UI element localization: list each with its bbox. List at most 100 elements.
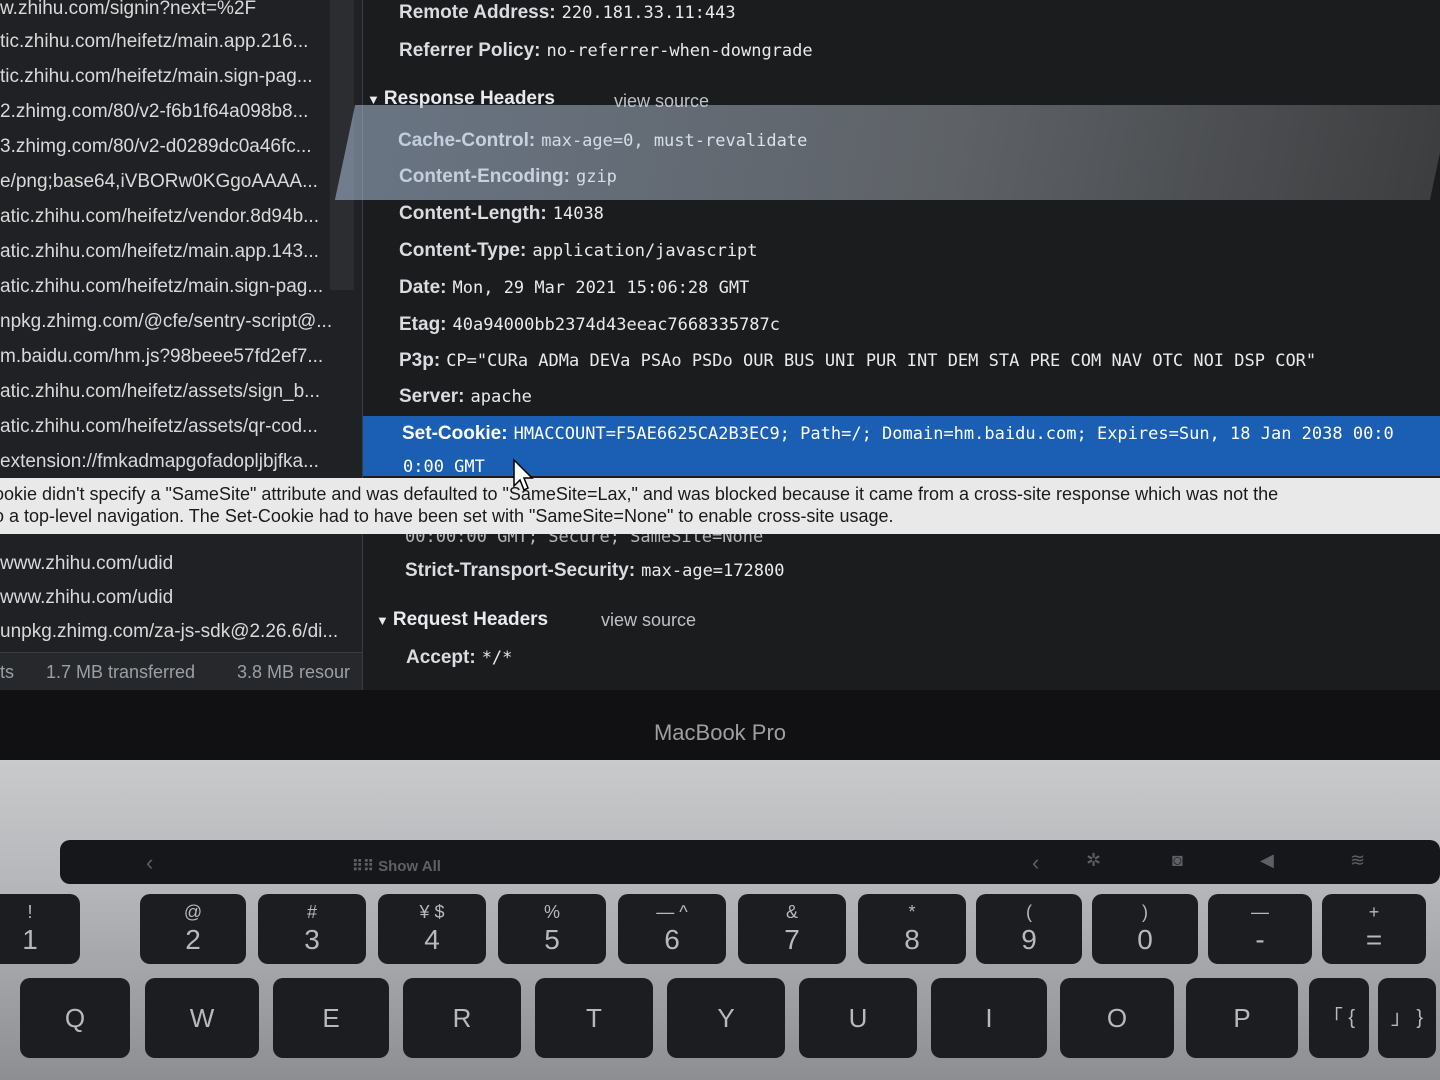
header-value: Mon, 29 Mar 2021 15:06:28 GMT [452, 278, 750, 298]
request-view-source-link[interactable]: view source [601, 603, 696, 637]
siri-icon[interactable]: ≋ [1350, 850, 1365, 871]
tooltip-line-2: o a top-level navigation. The Set-Cookie… [0, 506, 894, 526]
screenshot-icon[interactable]: ◙ [1172, 850, 1183, 871]
touch-bar[interactable] [60, 840, 1440, 884]
volume-icon[interactable]: ◀ [1260, 850, 1274, 871]
key-2[interactable]: @2 [140, 894, 246, 964]
key-equals[interactable]: + = [1322, 894, 1426, 964]
header-key: Server: [399, 386, 465, 407]
laptop-screen: w.zhihu.com/signin?next=%2F tic.zhihu.co… [0, 0, 1440, 690]
key-1[interactable]: ! 1 [0, 894, 80, 964]
request-item[interactable]: atic.zhihu.com/heifetz/assets/sign_b... [0, 375, 340, 409]
request-item[interactable]: w.zhihu.com/signin?next=%2F [0, 0, 340, 26]
key-minus[interactable]: — - [1208, 894, 1312, 964]
grid-icon: ⠿⠿ [352, 858, 379, 875]
brightness-icon[interactable]: ✲ [1086, 850, 1101, 871]
touchbar-back-icon[interactable]: ‹ [146, 850, 153, 876]
header-key: Etag: [399, 314, 447, 335]
key-left-bracket[interactable]: 「 { [1309, 978, 1369, 1058]
request-headers-toggle[interactable]: ▼ Request Headers [376, 603, 548, 637]
request-count: ts [0, 662, 15, 682]
header-value: HMACCOUNT=F5AE6625CA2B3EC9; Path=/; Doma… [513, 424, 1394, 444]
referrer-policy-row: Referrer Policy: no-referrer-when-downgra… [399, 34, 813, 68]
request-item[interactable]: atic.zhihu.com/heifetz/vendor.8d94b... [0, 200, 340, 234]
request-item[interactable]: www.zhihu.com/udid [0, 547, 340, 581]
header-key: Referrer Policy: [399, 40, 541, 61]
key-right-bracket[interactable]: 」 } [1378, 978, 1436, 1058]
key-9[interactable]: (9 [976, 894, 1082, 964]
key-0[interactable]: ) 0 [1092, 894, 1198, 964]
key-4[interactable]: ¥ $4 [378, 894, 486, 964]
key-3[interactable]: #3 [258, 894, 366, 964]
header-value: 220.181.33.11:443 [561, 3, 736, 23]
resources-size: 3.8 MB resour [237, 662, 351, 682]
request-item[interactable]: 2.zhimg.com/80/v2-f6b1f64a098b8... [0, 95, 340, 129]
request-item[interactable]: extension://fmkadmapgofadopljbjfka... [0, 445, 340, 479]
header-key: Content-Encoding: [399, 166, 570, 187]
key-u[interactable]: U [799, 978, 917, 1058]
header-key: Content-Length: [399, 203, 547, 224]
header-key: Accept: [406, 647, 476, 668]
header-value: no-referrer-when-downgrade [546, 41, 813, 61]
etag-row: Etag: 40a94000bb2374d43eeac7668335787c [399, 308, 780, 342]
header-value: max-age=172800 [641, 561, 785, 581]
key-5[interactable]: % 5 [498, 894, 606, 964]
network-request-list-pane: w.zhihu.com/signin?next=%2F tic.zhihu.co… [0, 0, 363, 690]
header-value: 14038 [552, 204, 604, 224]
key-p[interactable]: P [1186, 978, 1298, 1058]
header-key: Content-Type: [399, 240, 527, 261]
samesite-warning-tooltip: ookie didn't specify a "SameSite" attrib… [0, 478, 1440, 534]
key-q[interactable]: Q [20, 978, 130, 1058]
key-t[interactable]: T [535, 978, 653, 1058]
key-6[interactable]: — ^ 6 [618, 894, 726, 964]
header-value: CP="CURa ADMa DEVa PSAo PSDo OUR BUS UNI… [446, 351, 1317, 371]
key-8[interactable]: * 8 [858, 894, 966, 964]
key-e[interactable]: E [273, 978, 389, 1058]
mouse-pointer-icon [513, 458, 534, 492]
key-y[interactable]: Y [667, 978, 785, 1058]
network-status-bar: ts 1.7 MB transferred 3.8 MB resour [0, 652, 362, 690]
request-item[interactable]: 3.zhimg.com/80/v2-d0289dc0a46fc... [0, 130, 340, 164]
strict-transport-security-row: Strict-Transport-Security: max-age=172800 [405, 554, 784, 588]
request-item[interactable]: m.baidu.com/hm.js?98beee57fd2ef7... [0, 340, 340, 374]
key-i[interactable]: I [931, 978, 1047, 1058]
request-item[interactable]: tic.zhihu.com/heifetz/main.app.216... [0, 25, 340, 59]
key-w[interactable]: W [145, 978, 259, 1058]
request-item[interactable]: e/png;base64,iVBORw0KGgoAAAA... [0, 165, 340, 199]
key-r[interactable]: R [403, 978, 521, 1058]
set-cookie-line-1: Set-Cookie: HMACCOUNT=F5AE6625CA2B3EC9; P… [402, 417, 1394, 451]
accept-row: Accept: */* [406, 641, 512, 675]
header-value: gzip [575, 167, 617, 187]
date-row: Date: Mon, 29 Mar 2021 15:06:28 GMT [399, 271, 749, 305]
header-key: Cache-Control: [398, 130, 536, 151]
touchbar-chevron-icon[interactable]: ‹ [1032, 850, 1039, 876]
header-value: max-age=0, must-revalidate [541, 131, 808, 151]
request-item[interactable]: www.zhihu.com/udid [0, 581, 340, 615]
triangle-down-icon: ▼ [376, 613, 389, 628]
remote-address-row: Remote Address: 220.181.33.11:443 [399, 0, 736, 30]
request-list-scrollbar[interactable] [330, 0, 354, 290]
header-key: Set-Cookie: [402, 423, 508, 444]
request-item[interactable]: unpkg.zhimg.com/za-js-sdk@2.26.6/di... [0, 615, 340, 649]
key-o[interactable]: O [1060, 978, 1174, 1058]
header-value: apache [470, 387, 532, 407]
headers-detail-pane: Remote Address: 220.181.33.11:443 Referre… [363, 0, 1440, 690]
request-item[interactable]: atic.zhihu.com/heifetz/assets/qr-cod... [0, 410, 340, 444]
header-key: P3p: [399, 350, 441, 371]
key-7[interactable]: & 7 [738, 894, 846, 964]
request-item[interactable]: npkg.zhimg.com/@cfe/sentry-script@... [0, 305, 340, 339]
laptop-brand-label: MacBook Pro [653, 720, 787, 745]
touchbar-show-all[interactable]: ⠿⠿ Show All [352, 857, 441, 875]
response-headers-toggle[interactable]: ▼ Response Headers [367, 82, 555, 116]
touchbar-label: Show All [378, 858, 441, 875]
content-type-row: Content-Type: application/javascript [399, 234, 758, 268]
header-value: */* [481, 648, 513, 668]
header-value: application/javascript [532, 241, 758, 261]
tooltip-line-1: ookie didn't specify a "SameSite" attrib… [0, 484, 1279, 504]
request-item[interactable]: atic.zhihu.com/heifetz/main.app.143... [0, 235, 340, 269]
response-view-source-link[interactable]: view source [614, 84, 709, 118]
p3p-row: P3p: CP="CURa ADMa DEVa PSAo PSDo OUR BUS… [399, 344, 1316, 378]
request-item[interactable]: atic.zhihu.com/heifetz/main.sign-pag... [0, 270, 340, 304]
request-item[interactable]: tic.zhihu.com/heifetz/main.sign-pag... [0, 60, 340, 94]
header-value: 40a94000bb2374d43eeac7668335787c [452, 315, 781, 335]
